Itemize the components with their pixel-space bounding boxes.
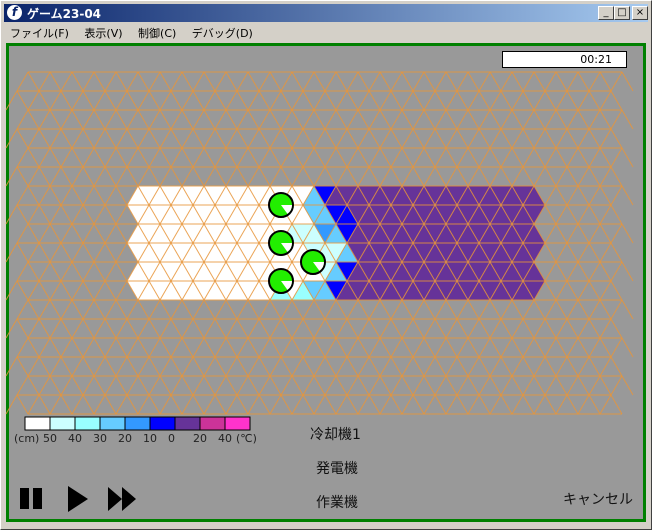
legend-tick: 20 [118, 432, 132, 445]
grid-diagonals [16, 337, 634, 358]
grid-lines [5, 71, 634, 415]
legend-tick: 10 [143, 432, 157, 445]
worker-button[interactable]: 作業機 [316, 492, 358, 512]
unit-4[interactable] [300, 249, 326, 275]
generator-button[interactable]: 発電機 [316, 458, 358, 478]
unit-1[interactable] [268, 192, 294, 218]
legend-tick: 40 [68, 432, 82, 445]
play-icon [68, 486, 88, 512]
grid-diagonals [5, 356, 623, 377]
unit-2[interactable] [268, 230, 294, 256]
unit-3[interactable] [268, 268, 294, 294]
grid-diagonals [16, 71, 634, 92]
triangle-grid[interactable] [0, 0, 652, 530]
legend-unit-celsius: (℃) [236, 432, 257, 445]
timer-display: 00:21 [502, 51, 627, 68]
grid-diagonals [16, 299, 634, 320]
grid-diagonals [5, 166, 623, 187]
grid-diagonals [16, 109, 634, 130]
grid-diagonals [16, 147, 634, 168]
grid-diagonals [5, 318, 623, 339]
grid-diagonals [16, 375, 634, 396]
fast-forward-icon [108, 487, 136, 511]
grid-diagonals [5, 128, 623, 149]
pause-button[interactable] [20, 488, 42, 509]
legend-tick: 30 [93, 432, 107, 445]
play-button[interactable] [68, 486, 88, 512]
legend-tick: 0 [168, 432, 175, 445]
cancel-button[interactable]: キャンセル [563, 489, 633, 509]
legend-tick: 50 [43, 432, 57, 445]
grid-diagonals [5, 90, 623, 111]
grid-diagonals [5, 394, 623, 415]
playback-controls [20, 486, 136, 512]
pause-icon [20, 488, 29, 509]
cooler-button[interactable]: 冷却機1 [310, 424, 361, 444]
legend-tick: 20 [193, 432, 207, 445]
fast-forward-button[interactable] [108, 487, 136, 511]
legend-tick: 40 [218, 432, 232, 445]
legend-unit-cm: (cm) [14, 432, 40, 445]
